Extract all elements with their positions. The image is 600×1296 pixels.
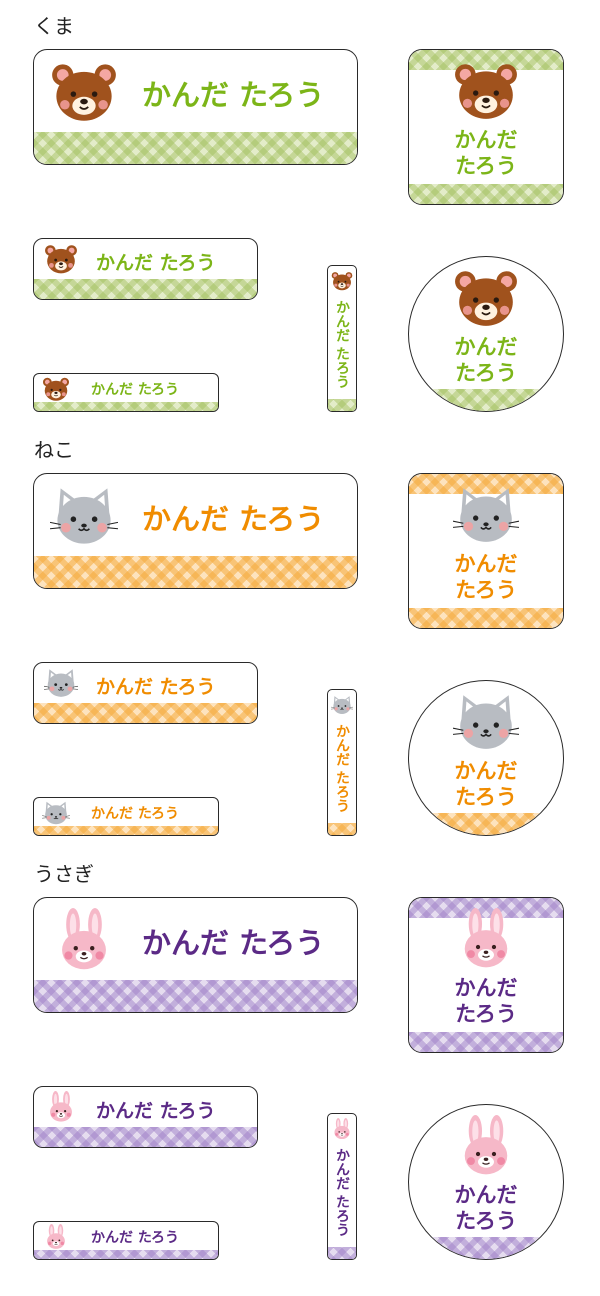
medium-name-label: かんだ たろう	[33, 1086, 258, 1148]
name-text: かんだ たろう	[334, 1148, 350, 1237]
square-name-label: かんだ たろう	[408, 897, 564, 1053]
name-line-2: たろう	[455, 1002, 517, 1026]
rabbit-face-icon	[453, 908, 519, 970]
name-line-2: たろう	[455, 1209, 517, 1233]
section-rabbit: うさぎ かんだ たろう かんだ たろう かんだ たろう かんだ たろう かんだ た…	[0, 0, 600, 1296]
rabbit-face-icon	[50, 908, 118, 972]
gingham-band	[328, 1247, 356, 1259]
rabbit-face-icon	[331, 1118, 353, 1140]
large-name-label: かんだ たろう	[33, 897, 358, 1013]
section-title: うさぎ	[34, 862, 94, 886]
name-text: かんだ たろう	[91, 1230, 180, 1246]
gingham-band	[34, 980, 357, 1012]
gingham-band	[34, 1250, 218, 1259]
vertical-name-label: かんだ たろう	[327, 1113, 357, 1260]
round-name-label: かんだ たろう	[408, 1104, 564, 1260]
name-text: かんだ たろう	[142, 926, 325, 960]
rabbit-face-icon	[453, 1115, 519, 1177]
gingham-band	[34, 1127, 257, 1147]
rabbit-face-icon	[42, 1224, 70, 1250]
small-name-label: かんだ たろう	[33, 1221, 219, 1260]
gingham-band	[409, 1237, 563, 1259]
gingham-band-bottom	[409, 1032, 563, 1052]
rabbit-face-icon	[44, 1091, 78, 1123]
name-text: かんだ たろう	[96, 1100, 216, 1122]
